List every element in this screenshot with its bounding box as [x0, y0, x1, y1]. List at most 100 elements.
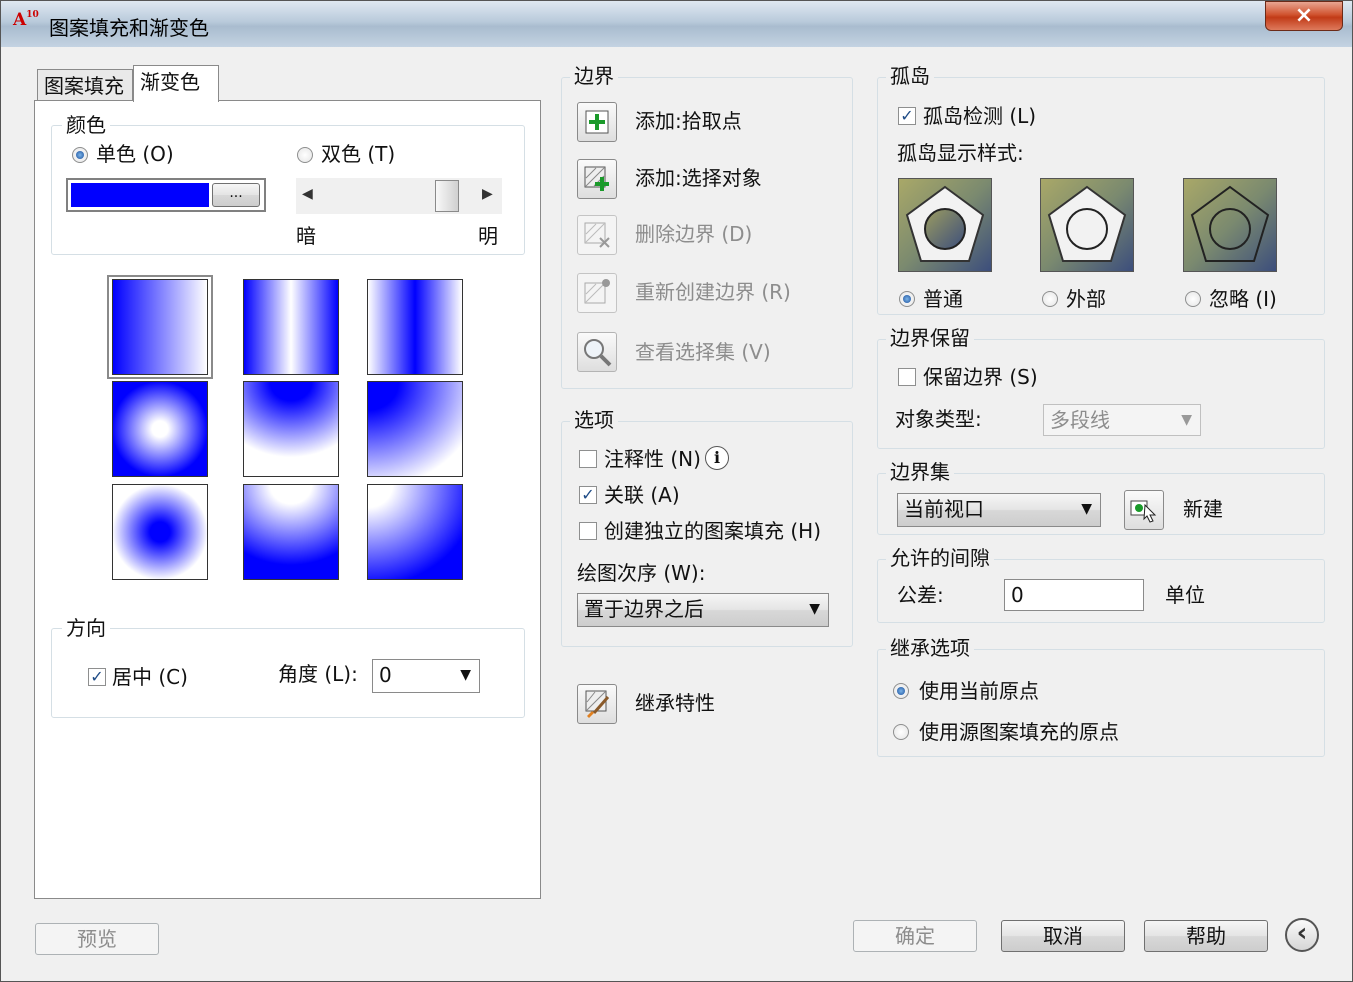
island-normal-radio[interactable]	[899, 291, 915, 307]
gradient-pattern-inverted-curved[interactable]	[367, 484, 463, 580]
use-current-origin-radio[interactable]	[893, 683, 909, 699]
remove-boundaries-label[interactable]: 删除边界 (D)	[635, 222, 752, 246]
select-new-boundary-icon	[1130, 500, 1157, 523]
preview-button[interactable]: 预览	[35, 923, 159, 955]
annotative-checkbox[interactable]	[579, 450, 597, 468]
island-display-style-label: 孤岛显示样式:	[897, 141, 1024, 165]
hatch-gradient-dialog: A10 图案填充和渐变色 × 图案填充 渐变色 颜色 单色 (O) 双色 (T)…	[0, 0, 1353, 982]
magnifier-icon	[584, 339, 612, 367]
draw-order-dropdown[interactable]: 置于边界之后 ▼	[577, 593, 829, 627]
slider-right-arrow-icon[interactable]: ▶	[482, 186, 493, 202]
gradient-pattern-hemispherical[interactable]	[243, 381, 339, 477]
boundary-retention-group-label: 边界保留	[886, 326, 974, 350]
title-bar: A10 图案填充和渐变色 ×	[1, 1, 1352, 47]
help-button[interactable]: 帮助	[1144, 920, 1268, 952]
add-pick-points-button[interactable]	[577, 102, 617, 142]
two-color-label: 双色 (T)	[321, 142, 396, 166]
orientation-group: 方向 ✓ 居中 (C) 角度 (L): 0 ▼	[51, 616, 525, 718]
two-color-radio[interactable]	[297, 147, 313, 163]
gradient-pattern-inverted-spherical[interactable]	[112, 484, 208, 580]
associative-checkbox[interactable]: ✓	[579, 486, 597, 504]
inherit-properties-button[interactable]	[577, 684, 617, 724]
use-current-origin-label: 使用当前原点	[919, 679, 1039, 703]
gap-tolerance-group-label: 允许的间隙	[886, 546, 994, 570]
use-source-origin-radio[interactable]	[893, 724, 909, 740]
separate-hatches-checkbox[interactable]	[579, 522, 597, 540]
options-group-label: 选项	[570, 408, 618, 432]
tab-hatch[interactable]: 图案填充	[37, 69, 133, 101]
gradient-pattern-inverted-hemispherical[interactable]	[243, 484, 339, 580]
pentagon-normal-icon	[905, 185, 985, 262]
gradient-pattern-curved[interactable]	[367, 381, 463, 477]
close-button[interactable]: ×	[1265, 1, 1343, 31]
shade-dark-label: 暗	[296, 224, 316, 248]
island-ignore-preview[interactable]	[1183, 178, 1277, 272]
gradient-pattern-cylinder[interactable]	[243, 279, 339, 375]
info-icon[interactable]: i	[705, 446, 729, 470]
view-selections-button[interactable]	[577, 332, 617, 372]
add-select-objects-icon	[584, 166, 609, 191]
tab-gradient[interactable]: 渐变色	[133, 65, 219, 102]
pentagon-outer-icon	[1047, 185, 1127, 262]
chevron-down-icon: ▼	[460, 667, 471, 683]
remove-boundaries-button[interactable]	[577, 215, 617, 255]
new-boundary-set-label: 新建	[1183, 497, 1223, 521]
new-boundary-set-button[interactable]	[1124, 490, 1164, 530]
pentagon-ignore-icon	[1190, 185, 1270, 262]
recreate-boundary-label[interactable]: 重新创建边界 (R)	[635, 280, 791, 304]
cancel-button[interactable]: 取消	[1001, 920, 1125, 952]
chevron-left-icon: ‹	[1296, 918, 1308, 948]
gradient-pattern-inverted-cylinder[interactable]	[367, 279, 463, 375]
island-ignore-radio[interactable]	[1185, 291, 1201, 307]
island-detection-checkbox[interactable]: ✓	[898, 107, 916, 125]
island-detection-label: 孤岛检测 (L)	[923, 104, 1037, 128]
separate-hatches-label: 创建独立的图案填充 (H)	[604, 519, 822, 543]
object-type-dropdown[interactable]: 多段线 ▼	[1043, 404, 1201, 436]
add-pick-points-icon	[585, 110, 609, 134]
inherit-properties-label[interactable]: 继承特性	[635, 691, 715, 715]
object-type-value: 多段线	[1050, 408, 1110, 432]
shade-slider[interactable]: ◀ ▶	[296, 178, 502, 214]
browse-color-button[interactable]: ...	[212, 183, 260, 207]
island-normal-label: 普通	[923, 287, 963, 311]
orientation-group-label: 方向	[62, 616, 110, 640]
shade-slider-thumb[interactable]	[435, 180, 460, 212]
one-color-radio[interactable]	[72, 147, 88, 163]
draw-order-label: 绘图次序 (W):	[577, 561, 706, 585]
annotative-label: 注释性 (N)	[604, 447, 701, 471]
island-ignore-label: 忽略 (I)	[1209, 287, 1277, 311]
islands-group-label: 孤岛	[886, 64, 934, 88]
boundary-set-group-label: 边界集	[886, 460, 954, 484]
island-outer-label: 外部	[1066, 287, 1106, 311]
remove-boundaries-icon	[584, 222, 610, 248]
island-normal-preview[interactable]	[898, 178, 992, 272]
tolerance-input[interactable]: 0	[1004, 579, 1144, 611]
gradient-pattern-spherical[interactable]	[112, 381, 208, 477]
boundary-set-dropdown[interactable]: 当前视口 ▼	[897, 493, 1101, 527]
ok-button[interactable]: 确定	[853, 920, 977, 952]
tolerance-units-label: 单位	[1165, 583, 1205, 607]
associative-label: 关联 (A)	[604, 483, 680, 507]
angle-label: 角度 (L):	[278, 662, 358, 686]
recreate-boundary-icon	[584, 279, 610, 304]
island-outer-preview[interactable]	[1040, 178, 1134, 272]
island-outer-radio[interactable]	[1042, 291, 1058, 307]
add-pick-points-label[interactable]: 添加:拾取点	[635, 109, 742, 133]
color-swatch-box[interactable]: ...	[66, 178, 266, 212]
recreate-boundary-button[interactable]	[577, 273, 617, 313]
collapse-options-button[interactable]: ‹	[1285, 918, 1319, 952]
window-title: 图案填充和渐变色	[49, 16, 209, 40]
use-source-origin-label: 使用源图案填充的原点	[919, 720, 1119, 744]
centered-checkbox[interactable]: ✓	[88, 668, 106, 686]
slider-left-arrow-icon[interactable]: ◀	[302, 186, 313, 202]
retain-boundaries-checkbox[interactable]	[898, 368, 916, 386]
gradient-tab-panel: 颜色 单色 (O) 双色 (T) ... ◀ ▶ 暗 明 方向 ✓ 居中 (C)…	[34, 100, 541, 899]
draw-order-value: 置于边界之后	[584, 597, 704, 621]
view-selections-label[interactable]: 查看选择集 (V)	[635, 340, 771, 364]
add-select-objects-label[interactable]: 添加:选择对象	[635, 166, 762, 190]
color-swatch	[71, 183, 209, 207]
angle-value: 0	[379, 663, 392, 687]
angle-dropdown[interactable]: 0 ▼	[372, 659, 480, 693]
add-select-objects-button[interactable]	[577, 159, 617, 199]
gradient-pattern-linear[interactable]	[112, 279, 208, 375]
